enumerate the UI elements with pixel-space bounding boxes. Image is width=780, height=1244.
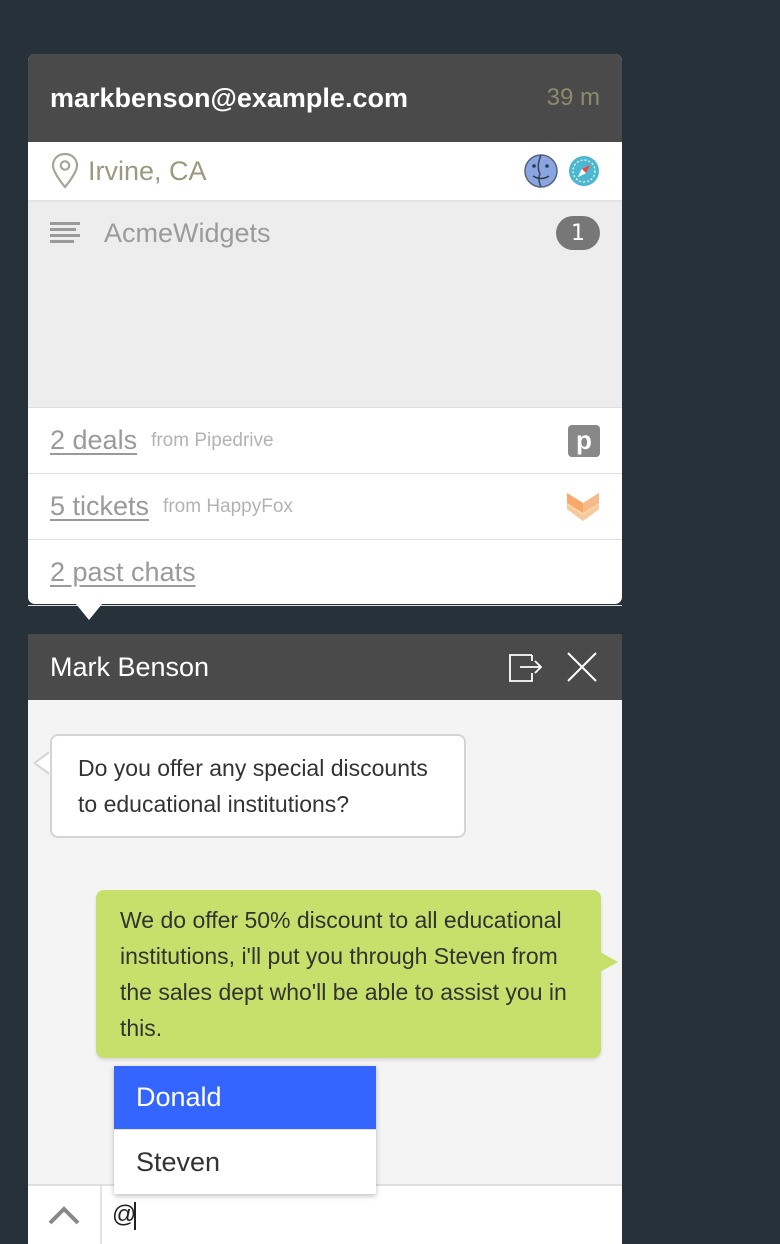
deals-row: 2 deals from Pipedrive p <box>28 408 622 474</box>
pipedrive-icon: p <box>568 424 600 457</box>
past-chats-row: 2 past chats <box>28 540 622 606</box>
deals-link[interactable]: 2 deals <box>50 425 137 456</box>
chat-window: Mark Benson Do you offer any special dis… <box>28 634 622 1244</box>
chat-header: Mark Benson <box>28 634 622 700</box>
tickets-link[interactable]: 5 tickets <box>50 491 149 522</box>
visitor-info-card: markbenson@example.com 39 m Irvine, CA A… <box>28 54 622 620</box>
chat-visitor-name: Mark Benson <box>50 651 210 682</box>
deals-source: from Pipedrive <box>151 429 274 451</box>
location-pin-icon <box>51 152 79 189</box>
visitor-message: Do you offer any special discounts to ed… <box>50 734 466 838</box>
chevron-up-icon <box>48 1206 80 1225</box>
company-line: AcmeWidgets 1 <box>50 202 600 264</box>
company-count-badge: 1 <box>556 216 600 250</box>
close-button[interactable] <box>564 649 600 685</box>
company-name: AcmeWidgets <box>104 217 271 248</box>
agent-message: We do offer 50% discount to all educatio… <box>96 890 601 1058</box>
location-text: Irvine, CA <box>88 155 207 186</box>
transfer-button[interactable] <box>508 649 544 685</box>
company-lines-icon <box>50 222 80 243</box>
card-pointer <box>76 604 102 620</box>
tickets-source: from HappyFox <box>163 495 293 517</box>
company-section: AcmeWidgets 1 <box>28 202 622 408</box>
mention-option-steven[interactable]: Steven <box>114 1130 376 1194</box>
visitor-email: markbenson@example.com <box>50 82 408 113</box>
agent-bubble-tail <box>600 952 618 972</box>
message-input[interactable] <box>102 1186 622 1244</box>
mention-option-donald[interactable]: Donald <box>114 1066 376 1130</box>
text-caret <box>134 1202 136 1230</box>
past-chats-link[interactable]: 2 past chats <box>50 557 196 588</box>
elapsed-time: 39 m <box>546 84 600 111</box>
visitor-bubble-tail-inner <box>36 753 50 773</box>
expand-button[interactable] <box>28 1186 102 1244</box>
visitor-header: markbenson@example.com 39 m <box>28 54 622 142</box>
finder-icon <box>524 154 558 188</box>
mention-dropdown: Donald Steven <box>114 1066 376 1194</box>
location-row: Irvine, CA <box>28 142 622 202</box>
safari-icon <box>569 156 599 186</box>
close-icon <box>567 652 597 682</box>
tickets-row: 5 tickets from HappyFox <box>28 474 622 540</box>
transfer-icon <box>509 654 543 682</box>
happyfox-icon <box>567 492 599 521</box>
